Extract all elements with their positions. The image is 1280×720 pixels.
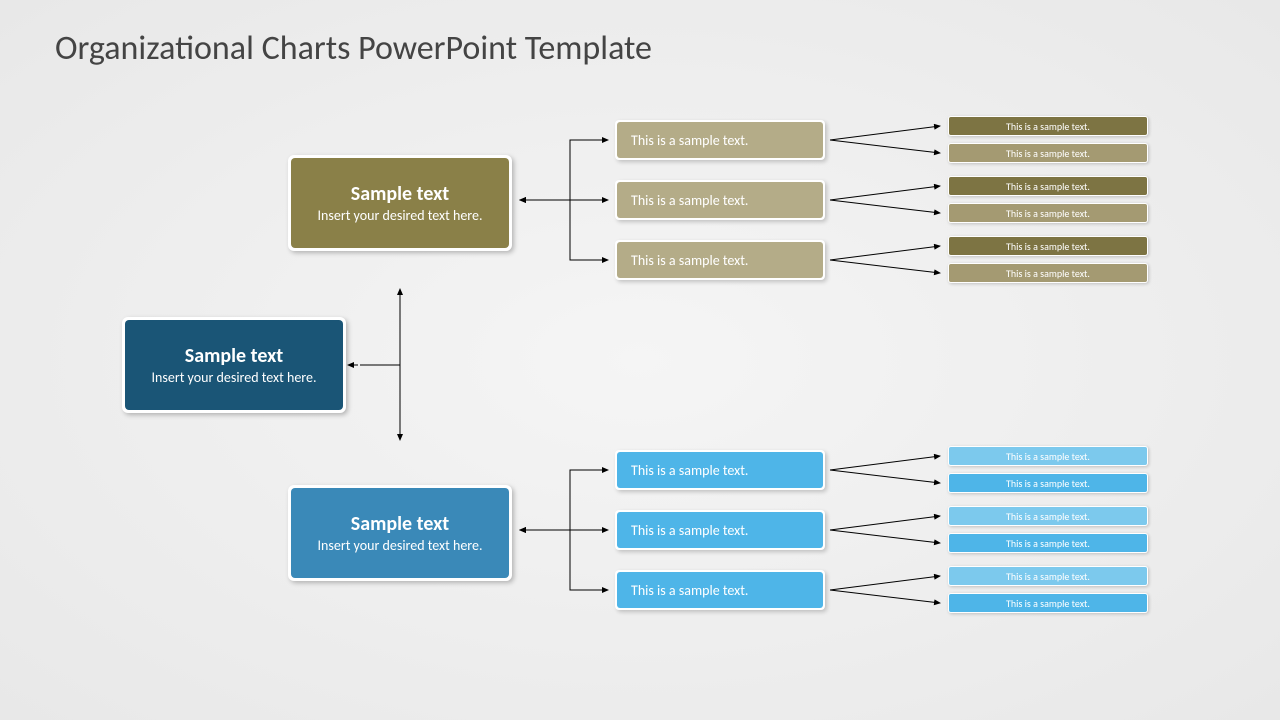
leaf-node: This is a sample text.	[948, 116, 1148, 136]
leaf-node: This is a sample text.	[948, 236, 1148, 256]
leaf-node: This is a sample text.	[948, 593, 1148, 613]
mid-node: This is a sample text.	[615, 120, 825, 160]
leaf-node: This is a sample text.	[948, 263, 1148, 283]
leaf-node: This is a sample text.	[948, 473, 1148, 493]
mid-node: This is a sample text.	[615, 180, 825, 220]
mid-node: This is a sample text.	[615, 450, 825, 490]
slide-title: Organizational Charts PowerPoint Templat…	[55, 28, 652, 69]
leaf-node: This is a sample text.	[948, 506, 1148, 526]
branch-bot: Sample text Insert your desired text her…	[288, 485, 512, 581]
leaf-node: This is a sample text.	[948, 533, 1148, 553]
root-sub: Insert your desired text here.	[152, 370, 317, 387]
branch-top-title: Sample text	[351, 182, 449, 206]
leaf-node: This is a sample text.	[948, 566, 1148, 586]
leaf-node: This is a sample text.	[948, 446, 1148, 466]
leaf-node: This is a sample text.	[948, 143, 1148, 163]
leaf-node: This is a sample text.	[948, 203, 1148, 223]
root-node: Sample text Insert your desired text her…	[122, 317, 346, 413]
branch-top-sub: Insert your desired text here.	[318, 208, 483, 225]
leaf-node: This is a sample text.	[948, 176, 1148, 196]
root-title: Sample text	[185, 344, 283, 368]
branch-top: Sample text Insert your desired text her…	[288, 155, 512, 251]
branch-bot-title: Sample text	[351, 512, 449, 536]
mid-node: This is a sample text.	[615, 570, 825, 610]
mid-node: This is a sample text.	[615, 510, 825, 550]
branch-bot-sub: Insert your desired text here.	[318, 538, 483, 555]
mid-node: This is a sample text.	[615, 240, 825, 280]
